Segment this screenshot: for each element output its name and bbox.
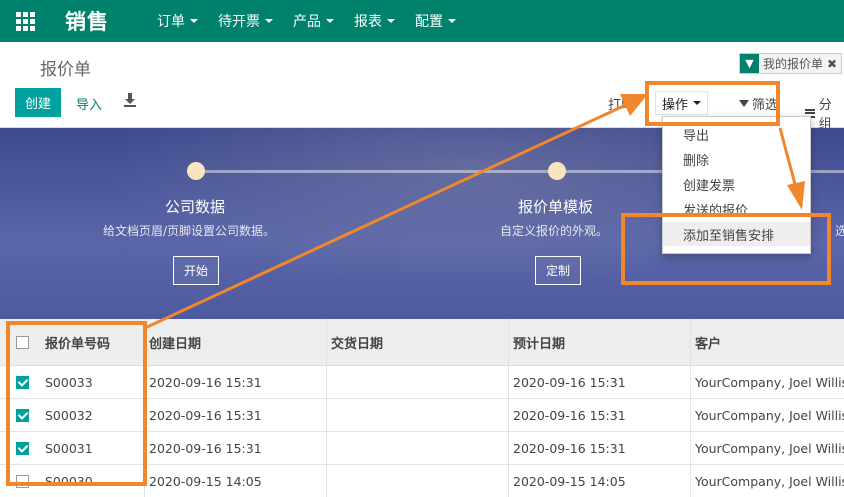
chevron-down-icon <box>265 19 273 23</box>
facet-label: 我的报价单 <box>763 57 824 71</box>
highlight-selected-rows <box>6 321 147 486</box>
menu-item-delete[interactable]: 删除 <box>663 147 810 171</box>
menu-configuration[interactable]: 配置 <box>415 11 456 31</box>
top-navbar: 销售 订单 待开票 产品 报表 配置 <box>0 0 844 42</box>
cell-expected: 2020-09-15 14:05 <box>513 474 626 489</box>
step-marker <box>187 162 205 180</box>
menu-reporting-label: 报表 <box>354 14 382 30</box>
cell-created: 2020-09-16 15:31 <box>149 375 262 390</box>
step-title: 公司数据 <box>165 198 226 216</box>
column-header-delivery[interactable]: 交货日期 <box>331 319 383 366</box>
column-divider <box>508 319 509 497</box>
step-description: 自定义报价的外观。 <box>500 224 609 238</box>
column-header-created[interactable]: 创建日期 <box>149 319 201 366</box>
menu-reporting[interactable]: 报表 <box>354 11 395 31</box>
create-button[interactable]: 创建 <box>15 88 61 117</box>
column-header-expected[interactable]: 预计日期 <box>513 319 565 366</box>
customize-button[interactable]: 定制 <box>535 256 581 285</box>
chevron-down-icon <box>326 19 334 23</box>
menu-to-invoice-label: 待开票 <box>218 14 260 30</box>
cell-expected: 2020-09-16 15:31 <box>513 408 626 423</box>
highlight-menu-item <box>621 213 831 285</box>
cell-customer: YourCompany, Joel Willis <box>695 441 844 456</box>
search-facet: ▼ 我的报价单 ✖ <box>739 53 843 74</box>
cell-created: 2020-09-15 14:05 <box>149 474 262 489</box>
chevron-down-icon <box>448 19 456 23</box>
download-icon[interactable] <box>123 92 137 108</box>
menu-item-create-invoice[interactable]: 创建发票 <box>663 172 810 196</box>
breadcrumb: 报价单 <box>40 60 91 80</box>
highlight-actions <box>645 81 780 126</box>
column-divider <box>326 319 327 497</box>
menu-orders-label: 订单 <box>157 14 185 30</box>
cell-customer: YourCompany, Joel Willis <box>695 375 844 390</box>
chevron-down-icon <box>387 19 395 23</box>
print-button[interactable]: 打印 <box>608 94 634 113</box>
step-title: 报价单模板 <box>518 198 594 216</box>
import-button[interactable]: 导入 <box>76 94 102 113</box>
filter-icon: ▼ <box>740 54 759 73</box>
menu-products-label: 产品 <box>293 14 321 30</box>
menu-products[interactable]: 产品 <box>293 11 334 31</box>
step-marker <box>548 162 566 180</box>
column-header-customer[interactable]: 客户 <box>695 319 721 366</box>
app-title: 销售 <box>65 10 109 34</box>
cell-created: 2020-09-16 15:31 <box>149 408 262 423</box>
cell-expected: 2020-09-16 15:31 <box>513 375 626 390</box>
menu-configuration-label: 配置 <box>415 14 443 30</box>
cell-created: 2020-09-16 15:31 <box>149 441 262 456</box>
column-divider <box>690 319 691 497</box>
menu-to-invoice[interactable]: 待开票 <box>218 11 273 31</box>
step-description-partial: 选 <box>835 224 844 238</box>
chevron-down-icon <box>190 19 198 23</box>
cell-customer: YourCompany, Joel Willis <box>695 474 844 489</box>
menu-orders[interactable]: 订单 <box>157 11 198 31</box>
start-button[interactable]: 开始 <box>173 256 219 285</box>
step-description: 给文档页眉/页脚设置公司数据。 <box>103 224 276 238</box>
cell-expected: 2020-09-16 15:31 <box>513 441 626 456</box>
main-menu: 订单 待开票 产品 报表 配置 <box>157 11 476 31</box>
cell-customer: YourCompany, Joel Willis <box>695 408 844 423</box>
close-icon[interactable]: ✖ <box>827 57 841 71</box>
groupby-label: 分组 <box>818 98 832 132</box>
apps-menu-icon[interactable] <box>0 0 50 42</box>
